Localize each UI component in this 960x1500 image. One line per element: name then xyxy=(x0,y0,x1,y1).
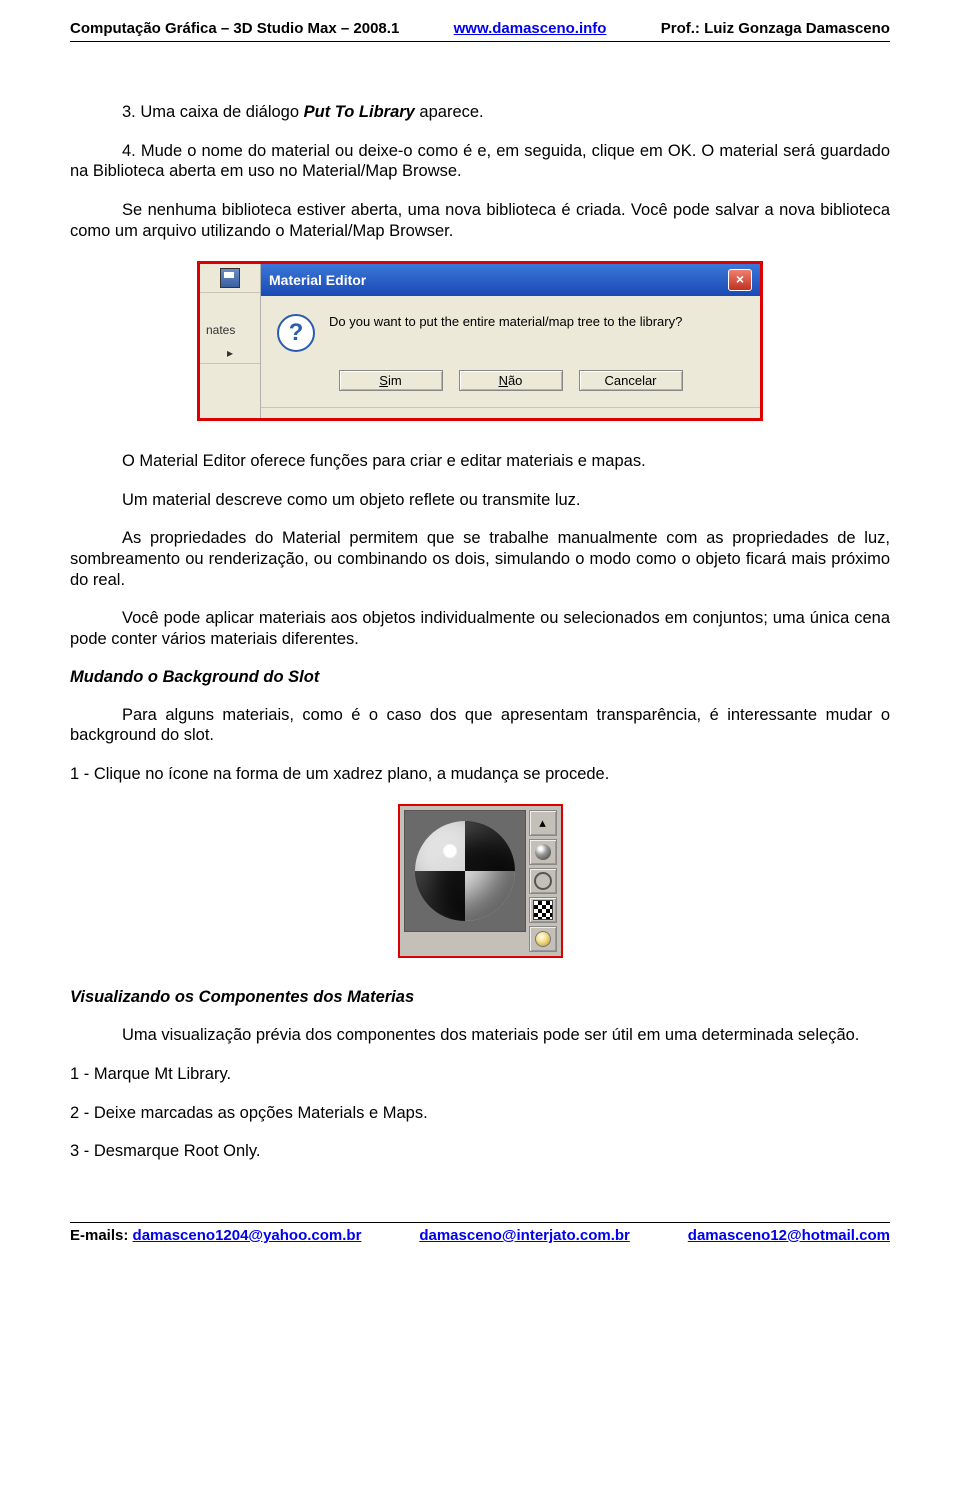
paragraph-components: Uma visualização prévia dos componentes … xyxy=(70,1025,890,1046)
material-editor-dialog-figure: nates Material Editor × ? Do you want to… xyxy=(197,261,763,421)
dialog-message: Do you want to put the entire material/m… xyxy=(329,314,682,329)
footer-label: E-mails: xyxy=(70,1227,133,1244)
expand-icon xyxy=(200,343,260,363)
text: 3. Uma caixa de diálogo xyxy=(122,103,304,121)
slot-preview-figure: ▴ xyxy=(398,804,563,958)
step-2-options: 2 - Deixe marcadas as opções Materials e… xyxy=(70,1103,890,1124)
cancel-button[interactable]: Cancelar xyxy=(579,370,683,391)
dialog-name-bold: Put To Library xyxy=(304,103,415,121)
no-button[interactable]: Não xyxy=(459,370,563,391)
footer-email-3[interactable]: damasceno12@hotmail.com xyxy=(688,1227,890,1244)
paragraph-editor-desc: O Material Editor oferece funções para c… xyxy=(70,451,890,472)
question-icon: ? xyxy=(277,314,315,352)
step-1-library: 1 - Marque Mt Library. xyxy=(70,1064,890,1085)
header-right: Prof.: Luiz Gonzaga Damasceno xyxy=(661,20,890,37)
page-header: Computação Gráfica – 3D Studio Max – 200… xyxy=(70,20,890,42)
paragraph-bg-slot: Para alguns materiais, como é o caso dos… xyxy=(70,705,890,746)
page-footer: E-mails: damasceno1204@yahoo.com.br dama… xyxy=(70,1222,890,1244)
save-library-icon xyxy=(200,264,260,293)
header-link[interactable]: www.damasceno.info xyxy=(454,20,607,37)
step-1-checker: 1 - Clique no ícone na forma de um xadre… xyxy=(70,764,890,785)
sample-sphere-icon[interactable] xyxy=(529,839,557,865)
paragraph-note: Se nenhuma biblioteca estiver aberta, um… xyxy=(70,200,890,241)
footer-email-2[interactable]: damasceno@interjato.com.br xyxy=(419,1227,630,1244)
backlight-icon[interactable] xyxy=(529,868,557,894)
material-slot xyxy=(404,810,526,932)
scroll-up-icon[interactable]: ▴ xyxy=(529,810,557,836)
paragraph-4: 4. Mude o nome do material ou deixe-o co… xyxy=(70,141,890,182)
step-3-root: 3 - Desmarque Root Only. xyxy=(70,1141,890,1162)
sample-light-icon[interactable] xyxy=(529,926,557,952)
preview-sphere-icon xyxy=(415,821,515,921)
header-left: Computação Gráfica – 3D Studio Max – 200… xyxy=(70,20,399,37)
paragraph-apply: Você pode aplicar materiais aos objetos … xyxy=(70,608,890,649)
close-icon[interactable]: × xyxy=(728,269,752,291)
paragraph-3: 3. Uma caixa de diálogo Put To Library a… xyxy=(70,102,890,123)
yes-button[interactable]: Sim xyxy=(339,370,443,391)
dialog-titlebar: Material Editor × xyxy=(261,264,760,296)
paragraph-material-desc: Um material descreve como um objeto refl… xyxy=(70,490,890,511)
text: aparece. xyxy=(415,103,484,121)
paragraph-properties: As propriedades do Material permitem que… xyxy=(70,528,890,590)
checker-background-icon[interactable] xyxy=(529,897,557,923)
left-panel-label: nates xyxy=(200,293,260,343)
section-heading-background: Mudando o Background do Slot xyxy=(70,668,890,687)
section-heading-components: Visualizando os Componentes dos Materias xyxy=(70,988,890,1007)
footer-email-1[interactable]: damasceno1204@yahoo.com.br xyxy=(133,1227,362,1244)
dialog-title: Material Editor xyxy=(269,272,366,288)
